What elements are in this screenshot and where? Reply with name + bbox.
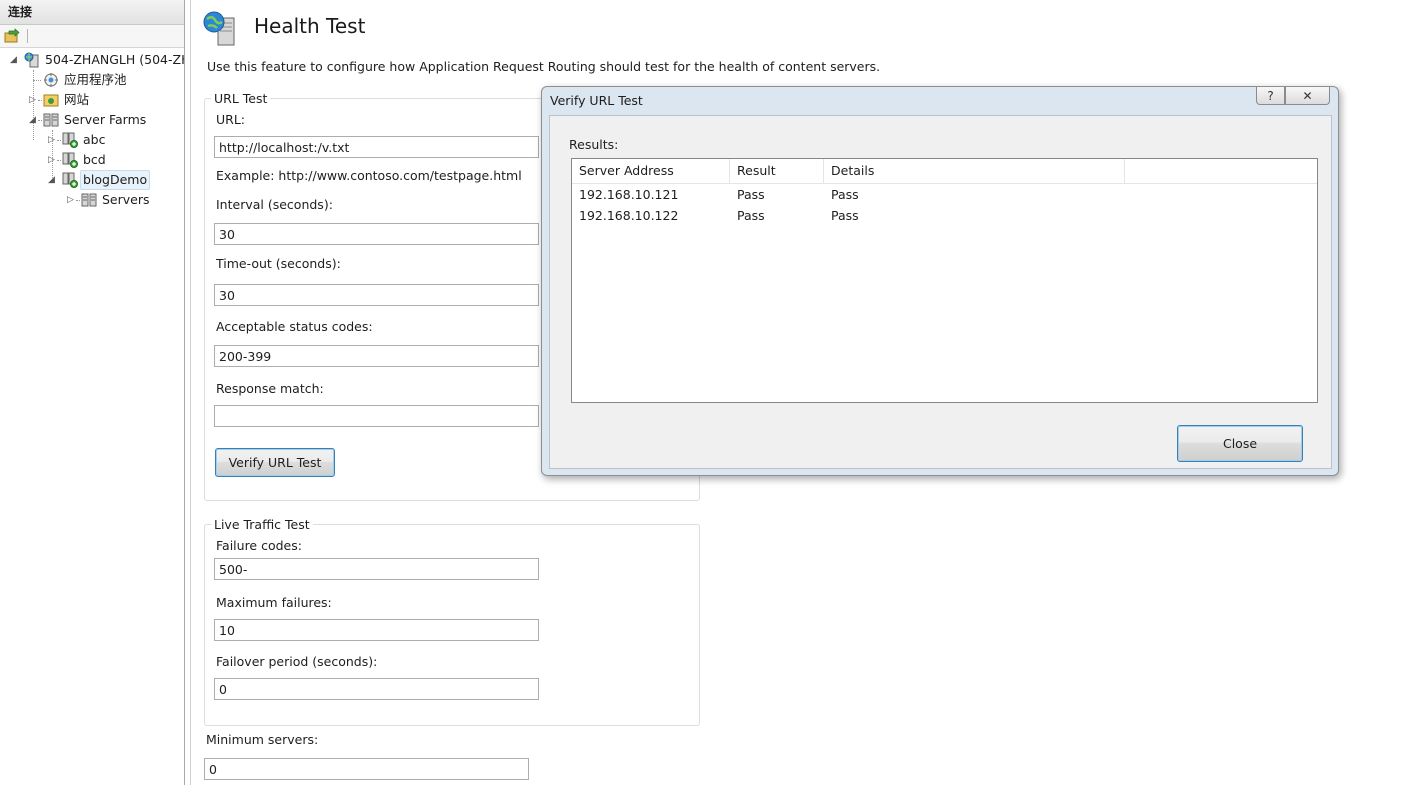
server-farm-icon bbox=[43, 113, 59, 127]
farm-online-icon bbox=[62, 172, 78, 188]
toolbar-separator bbox=[27, 29, 28, 43]
collapse-arrow-icon[interactable]: ◢ bbox=[48, 174, 58, 186]
failover-period-input[interactable]: 0 bbox=[214, 678, 539, 700]
tree-item-app-pools[interactable]: 应用程序池 bbox=[0, 70, 184, 90]
cell-details: Pass bbox=[831, 208, 859, 223]
tree-item-label: blogDemo bbox=[80, 170, 151, 190]
cell-server-address: 192.168.10.122 bbox=[579, 208, 679, 223]
live-traffic-group-title: Live Traffic Test bbox=[211, 517, 313, 532]
column-details[interactable]: Details bbox=[824, 159, 1125, 183]
url-example-text: Example: http://www.contoso.com/testpage… bbox=[216, 168, 522, 183]
table-row[interactable]: 192.168.10.121 Pass Pass bbox=[572, 184, 1317, 205]
expand-arrow-icon[interactable]: ▷ bbox=[48, 134, 58, 146]
servers-icon bbox=[81, 193, 97, 207]
failure-codes-input[interactable]: 500- bbox=[214, 558, 539, 580]
tree-item-farm-blogdemo[interactable]: ◢ blogDemo bbox=[0, 170, 184, 190]
tree-item-label: Servers bbox=[102, 192, 150, 207]
tree-item-label: 应用程序池 bbox=[64, 72, 127, 87]
minimum-servers-label: Minimum servers: bbox=[206, 732, 319, 747]
tree-item-servers[interactable]: ▷ Servers bbox=[0, 190, 184, 210]
tree-item-label: 网站 bbox=[64, 92, 90, 107]
help-icon[interactable]: ? bbox=[1256, 87, 1285, 105]
app-pool-icon bbox=[44, 73, 58, 87]
tree-item-sites[interactable]: ▷ 网站 bbox=[0, 90, 184, 110]
sites-folder-icon bbox=[43, 94, 59, 107]
expand-arrow-icon[interactable]: ▷ bbox=[29, 94, 39, 106]
interval-input[interactable]: 30 bbox=[214, 223, 539, 245]
results-header: Server Address Result Details bbox=[572, 159, 1317, 184]
verify-url-test-dialog: Verify URL Test ? ✕ Results: Server Addr… bbox=[541, 86, 1339, 476]
health-test-icon bbox=[203, 11, 235, 46]
collapse-arrow-icon[interactable]: ◢ bbox=[29, 114, 39, 126]
farm-online-icon bbox=[62, 132, 78, 148]
status-codes-input[interactable]: 200-399 bbox=[214, 345, 539, 367]
tree-item-label: bcd bbox=[83, 152, 106, 167]
max-failures-label: Maximum failures: bbox=[216, 595, 332, 610]
minimum-servers-input[interactable]: 0 bbox=[204, 758, 529, 780]
max-failures-input[interactable]: 10 bbox=[214, 619, 539, 641]
page-title: Health Test bbox=[254, 14, 366, 38]
connections-header: 连接 bbox=[0, 0, 184, 25]
failure-codes-label: Failure codes: bbox=[216, 538, 302, 553]
cell-result: Pass bbox=[737, 187, 765, 202]
dialog-title: Verify URL Test bbox=[550, 93, 643, 108]
dialog-body: Results: Server Address Result Details 1… bbox=[549, 115, 1332, 469]
collapse-arrow-icon[interactable]: ◢ bbox=[10, 54, 20, 66]
tree-item-label: Server Farms bbox=[64, 112, 147, 127]
interval-label: Interval (seconds): bbox=[216, 197, 333, 212]
column-server-address[interactable]: Server Address bbox=[572, 159, 730, 183]
close-button[interactable]: Close bbox=[1177, 425, 1303, 462]
timeout-input[interactable]: 30 bbox=[214, 284, 539, 306]
connections-toolbar bbox=[0, 25, 184, 48]
timeout-label: Time-out (seconds): bbox=[216, 256, 341, 271]
close-icon[interactable]: ✕ bbox=[1285, 87, 1330, 105]
url-input[interactable]: http://localhost:/v.txt bbox=[214, 136, 539, 158]
table-row[interactable]: 192.168.10.122 Pass Pass bbox=[572, 205, 1317, 226]
cell-result: Pass bbox=[737, 208, 765, 223]
expand-arrow-icon[interactable]: ▷ bbox=[67, 194, 77, 206]
results-list[interactable]: Server Address Result Details 192.168.10… bbox=[571, 158, 1318, 403]
response-match-input[interactable] bbox=[214, 405, 539, 427]
cell-server-address: 192.168.10.121 bbox=[579, 187, 679, 202]
tree-item-server[interactable]: ◢ 504-ZHANGLH (504-ZHA bbox=[0, 50, 184, 70]
server-globe-icon bbox=[24, 52, 39, 68]
tree-item-farm-bcd[interactable]: ▷ bcd bbox=[0, 150, 184, 170]
tree-item-farm-abc[interactable]: ▷ abc bbox=[0, 130, 184, 150]
status-codes-label: Acceptable status codes: bbox=[216, 319, 373, 334]
failover-period-label: Failover period (seconds): bbox=[216, 654, 378, 669]
tree-item-label: abc bbox=[83, 132, 106, 147]
connect-icon[interactable] bbox=[4, 28, 20, 44]
response-match-label: Response match: bbox=[216, 381, 324, 396]
connections-pane: 连接 ◢ 504-ZHANGLH (504-ZHA 应用程序池 ▷ 网站 ◢ S… bbox=[0, 0, 185, 785]
verify-url-test-button[interactable]: Verify URL Test bbox=[215, 448, 335, 477]
farm-online-icon bbox=[62, 152, 78, 168]
url-label: URL: bbox=[216, 112, 246, 127]
results-label: Results: bbox=[569, 137, 619, 152]
url-test-group-title: URL Test bbox=[211, 91, 271, 106]
tree-item-label: 504-ZHANGLH (504-ZHA bbox=[45, 52, 185, 67]
column-result[interactable]: Result bbox=[730, 159, 824, 183]
page-description: Use this feature to configure how Applic… bbox=[207, 59, 881, 74]
expand-arrow-icon[interactable]: ▷ bbox=[48, 154, 58, 166]
tree-item-server-farms[interactable]: ◢ Server Farms bbox=[0, 110, 184, 130]
cell-details: Pass bbox=[831, 187, 859, 202]
